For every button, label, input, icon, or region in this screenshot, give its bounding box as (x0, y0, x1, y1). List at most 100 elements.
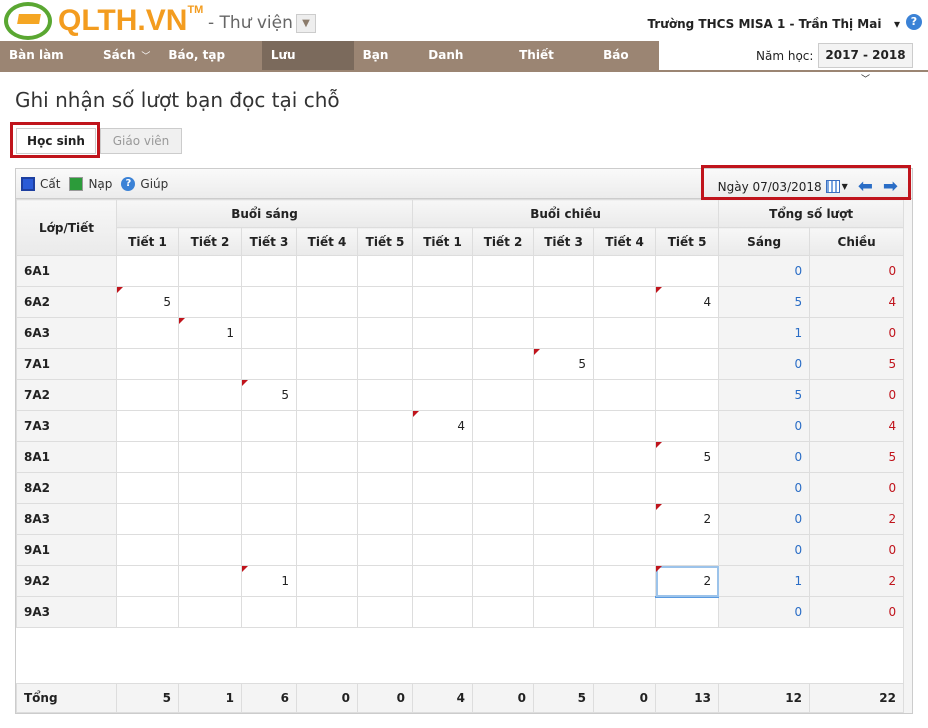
count-cell[interactable]: 5 (533, 348, 595, 380)
count-cell[interactable] (116, 503, 179, 535)
count-cell[interactable] (178, 410, 242, 442)
count-cell[interactable] (593, 348, 657, 380)
count-cell[interactable]: 1 (241, 565, 297, 597)
help-icon[interactable]: ? (906, 14, 922, 30)
count-cell[interactable] (116, 379, 179, 411)
count-cell[interactable] (116, 348, 179, 380)
count-cell[interactable] (412, 441, 474, 473)
count-cell[interactable] (116, 255, 179, 287)
count-cell[interactable] (412, 472, 474, 504)
count-cell[interactable] (533, 410, 595, 442)
help-button[interactable]: ? Giúp (121, 176, 168, 191)
user-menu[interactable]: Trường THCS MISA 1 - Trần Thị Mai ▾ (648, 17, 901, 31)
count-cell[interactable] (412, 317, 474, 349)
count-cell[interactable] (533, 441, 595, 473)
count-cell[interactable] (296, 255, 358, 287)
count-cell[interactable] (296, 596, 358, 628)
count-cell[interactable]: 5 (241, 379, 297, 411)
count-cell[interactable] (533, 472, 595, 504)
count-cell[interactable] (472, 534, 535, 566)
count-cell[interactable] (472, 286, 535, 318)
count-cell[interactable] (472, 255, 535, 287)
count-cell[interactable] (241, 472, 297, 504)
count-cell[interactable] (178, 379, 242, 411)
count-cell[interactable] (116, 410, 179, 442)
count-cell[interactable] (296, 503, 358, 535)
tab-teachers[interactable]: Giáo viên (100, 128, 182, 154)
count-cell[interactable] (533, 503, 595, 535)
count-cell[interactable] (116, 472, 179, 504)
count-cell[interactable] (593, 472, 657, 504)
count-cell[interactable] (178, 441, 242, 473)
count-cell[interactable] (178, 286, 242, 318)
save-button[interactable]: Cất (21, 176, 60, 191)
nav-item[interactable]: Bạn đọc (354, 41, 420, 91)
count-cell[interactable] (241, 286, 297, 318)
nav-item[interactable]: Báo, tạp chí ﹀ (159, 41, 261, 91)
count-cell[interactable] (296, 286, 358, 318)
count-cell[interactable] (593, 410, 657, 442)
count-cell[interactable] (655, 472, 720, 504)
count-cell[interactable] (241, 410, 297, 442)
count-cell[interactable] (655, 410, 720, 442)
count-cell[interactable] (472, 348, 535, 380)
count-cell[interactable] (356, 441, 414, 473)
count-cell[interactable] (116, 317, 179, 349)
count-cell[interactable] (593, 596, 657, 628)
count-cell[interactable] (593, 255, 657, 287)
nav-item[interactable]: Báo cáo (594, 41, 659, 91)
count-cell[interactable] (593, 441, 657, 473)
count-cell[interactable] (178, 503, 242, 535)
count-cell[interactable] (472, 410, 535, 442)
count-cell[interactable] (241, 441, 297, 473)
count-cell[interactable] (412, 565, 474, 597)
count-cell[interactable] (655, 255, 720, 287)
count-cell[interactable] (655, 348, 720, 380)
count-cell[interactable] (296, 348, 358, 380)
count-cell[interactable] (533, 286, 595, 318)
count-cell[interactable] (472, 472, 535, 504)
count-cell[interactable]: 5 (116, 286, 179, 318)
school-year-select[interactable]: 2017 - 2018 ﹀ (818, 43, 913, 85)
count-cell[interactable] (593, 534, 657, 566)
count-cell[interactable] (412, 379, 474, 411)
count-cell[interactable] (412, 596, 474, 628)
count-cell[interactable] (472, 596, 535, 628)
count-cell[interactable] (533, 379, 595, 411)
count-cell[interactable] (412, 255, 474, 287)
count-cell[interactable] (472, 317, 535, 349)
count-cell[interactable] (241, 534, 297, 566)
count-cell[interactable] (178, 565, 242, 597)
count-cell[interactable] (356, 596, 414, 628)
count-cell[interactable] (533, 317, 595, 349)
count-cell[interactable]: 2 (655, 565, 720, 598)
count-cell[interactable] (356, 410, 414, 442)
count-cell[interactable] (593, 317, 657, 349)
count-cell[interactable] (116, 441, 179, 473)
count-cell[interactable] (655, 596, 720, 628)
count-cell[interactable] (116, 534, 179, 566)
count-cell[interactable] (593, 286, 657, 318)
count-cell[interactable] (296, 317, 358, 349)
count-cell[interactable] (241, 348, 297, 380)
count-cell[interactable] (412, 503, 474, 535)
count-cell[interactable] (241, 255, 297, 287)
app-switch-dropdown[interactable]: ▼ (296, 14, 316, 33)
count-cell[interactable] (241, 596, 297, 628)
count-cell[interactable] (241, 503, 297, 535)
count-cell[interactable] (178, 348, 242, 380)
count-cell[interactable] (116, 596, 179, 628)
count-cell[interactable] (296, 472, 358, 504)
count-cell[interactable]: 1 (178, 317, 242, 349)
nav-item[interactable]: Sách ﹀ (94, 41, 159, 70)
count-cell[interactable] (356, 472, 414, 504)
count-cell[interactable] (178, 472, 242, 504)
count-cell[interactable] (533, 596, 595, 628)
count-cell[interactable] (178, 534, 242, 566)
count-cell[interactable] (178, 596, 242, 628)
vertical-scrollbar[interactable] (903, 199, 912, 713)
count-cell[interactable] (178, 255, 242, 287)
logo[interactable]: QLTH.VNTM (4, 2, 203, 40)
count-cell[interactable] (472, 379, 535, 411)
nav-item[interactable]: Bàn làm việc (0, 41, 94, 91)
